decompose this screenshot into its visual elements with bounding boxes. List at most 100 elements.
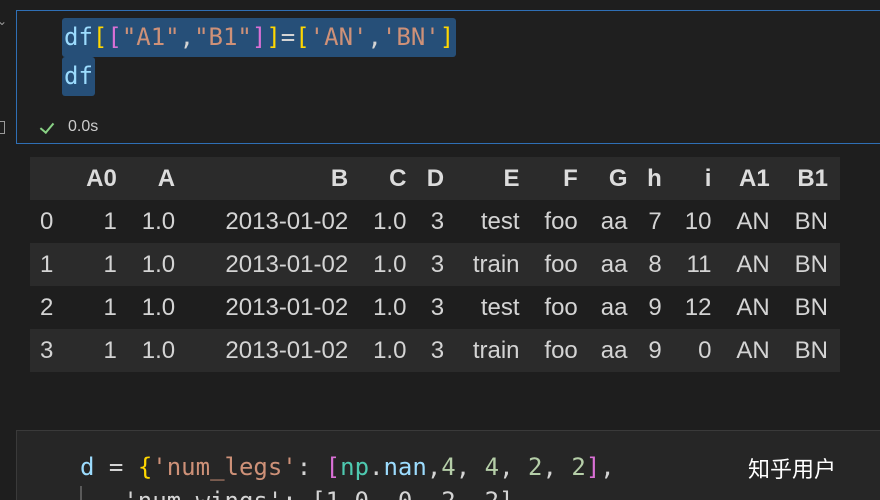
code-token: nan	[383, 453, 427, 481]
execution-status: 0.0s	[40, 118, 98, 136]
table-cell: 1	[103, 293, 117, 321]
table-cell: 3	[430, 207, 445, 235]
code-token: "B1"	[194, 23, 252, 51]
column-header: A1	[738, 164, 770, 192]
code-token: d	[80, 453, 95, 481]
check-icon	[40, 121, 56, 133]
column-header: A0	[86, 164, 117, 192]
code-token: "A1"	[121, 23, 180, 51]
table-cell: foo	[544, 293, 578, 321]
code-token: .	[369, 453, 384, 481]
table-cell: AN	[736, 250, 770, 278]
dataframe-table: A0 A B C D E F Gh i A1 B1 0 1 1.0 2013-01-02 1.0 3 test f…	[30, 157, 840, 372]
code-token: 4	[441, 453, 456, 481]
code-token: ,	[542, 453, 572, 481]
code-token: 2	[528, 453, 543, 481]
code-token: [	[92, 23, 108, 51]
table-cell: 10	[684, 207, 712, 235]
table-cell: 2013-01-02	[225, 293, 349, 321]
table-cell: 1.0	[373, 336, 407, 364]
table-cell: 3	[430, 293, 445, 321]
code-token: [	[325, 453, 341, 481]
code-token: ,	[600, 453, 615, 481]
code-token: ]	[439, 23, 455, 51]
table-cell: 3	[430, 250, 445, 278]
table-cell: aa	[600, 336, 628, 364]
table-cell: foo	[544, 336, 578, 364]
code-token: 4	[484, 453, 500, 481]
code-token: [	[295, 23, 310, 51]
table-cell: 1.0	[141, 293, 176, 321]
selected-code[interactable]: df	[62, 57, 95, 96]
code-token: ]	[266, 23, 281, 51]
table-cell: 1.0	[141, 250, 176, 278]
code-token: ,	[367, 23, 382, 51]
code-token: df	[64, 62, 93, 90]
code-token: =	[94, 453, 138, 481]
table-cell: 1.0	[373, 207, 407, 235]
table-cell: BN	[794, 336, 828, 364]
table-cell: AN	[736, 207, 770, 235]
column-header: B	[330, 164, 349, 192]
table-cell: 9	[648, 293, 662, 321]
table-cell: 2013-01-02	[225, 207, 349, 235]
table-cell: 1	[103, 336, 117, 364]
code-token: {	[137, 453, 153, 481]
table-cell: train	[472, 336, 520, 364]
table-cell: BN	[794, 207, 828, 235]
table-cell: 9	[648, 336, 662, 364]
code-editor[interactable]: df[["A1","B1"]]=['AN','BN'] df	[62, 18, 457, 96]
code-token: 'BN'	[381, 23, 440, 51]
watermark: 知乎用户	[748, 457, 837, 482]
dataframe-output: A0 A B C D E F Gh i A1 B1 0 1 1.0 2013-01-02 1.0 3 test f…	[30, 157, 840, 372]
code-line[interactable]: df	[62, 57, 456, 96]
table-row: 2 1 1.0 2013-01-02 1.0 3 test foo aa 9 12 AN BN	[30, 286, 840, 329]
table-row: 3 1 1.0 2013-01-02 1.0 3 train foo aa 9 0 AN BN	[30, 329, 840, 372]
table-cell: foo	[544, 207, 578, 235]
code-token: :	[296, 453, 326, 481]
indent-guide	[80, 486, 82, 500]
table-header-row: A0 A B C D E F Gh i A1 B1	[30, 157, 840, 200]
table-cell: aa	[600, 250, 628, 278]
table-cell: 2013-01-02	[225, 250, 349, 278]
table-cell: test	[480, 293, 520, 321]
table-cell: 1.0	[141, 207, 176, 235]
table-cell: aa	[600, 207, 628, 235]
table-cell: 8	[648, 250, 662, 278]
column-header: F	[563, 164, 578, 192]
table-cell: test	[480, 207, 520, 235]
code-line[interactable]: df[["A1","B1"]]=['AN','BN']	[62, 18, 457, 57]
column-header: E	[503, 164, 520, 192]
column-header: C	[389, 164, 407, 192]
table-row: 1 1 1.0 2013-01-02 1.0 3 train foo aa 8 11 AN BN	[30, 243, 840, 286]
code-token: 2	[571, 453, 586, 481]
cell-toolbar-icon[interactable]	[0, 121, 5, 134]
row-index: 0	[40, 207, 54, 235]
table-cell: 1	[103, 207, 117, 235]
code-editor-line[interactable]: d = {'num_legs': [np.nan,4, 4, 2, 2],	[80, 452, 615, 482]
table-cell: 11	[686, 250, 712, 278]
table-cell: 1.0	[373, 293, 407, 321]
table-cell: foo	[544, 250, 578, 278]
execution-time: 0.0s	[68, 118, 99, 135]
table-cell: AN	[736, 336, 770, 364]
code-token: df	[64, 23, 93, 51]
code-token: np	[340, 453, 370, 481]
column-header: D	[426, 164, 445, 192]
code-token: ]	[251, 23, 267, 51]
column-header: h	[647, 164, 662, 192]
table-cell: aa	[600, 293, 628, 321]
table-cell: AN	[736, 293, 770, 321]
table-cell: 7	[648, 207, 662, 235]
column-header: A	[157, 164, 176, 192]
table-cell: 1.0	[373, 250, 407, 278]
table-cell: 12	[684, 293, 712, 321]
column-header: i	[704, 164, 712, 192]
table-row: 0 1 1.0 2013-01-02 1.0 3 test foo aa 7 10 AN BN	[30, 200, 840, 243]
selected-code[interactable]: df[["A1","B1"]]=['AN','BN']	[62, 18, 457, 57]
code-editor-line-partial[interactable]: 'num_wings': [1.0, 0, 2, 2],	[80, 486, 528, 500]
code-token: 'num_legs'	[152, 453, 297, 481]
table-cell: 2013-01-02	[225, 336, 349, 364]
collapse-chevron-icon[interactable]: ⌄	[0, 15, 7, 27]
row-index: 2	[40, 293, 54, 321]
